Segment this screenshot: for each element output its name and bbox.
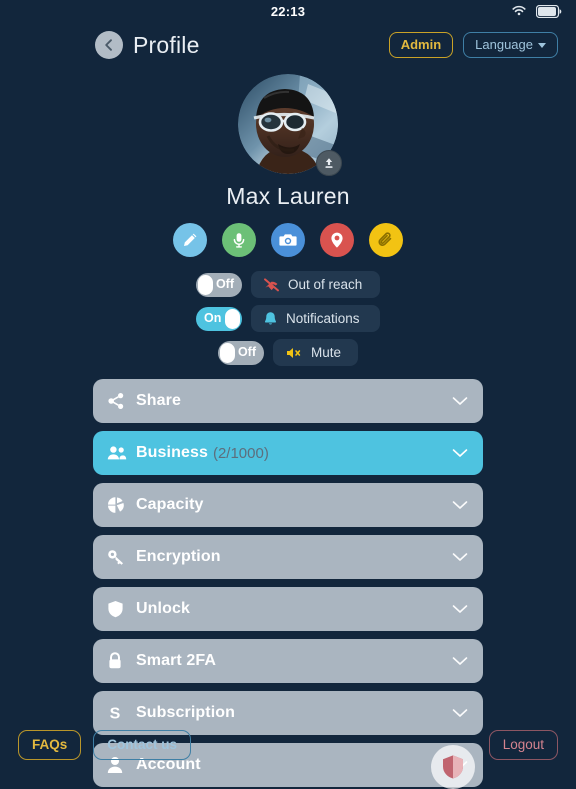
status-time: 22:13 (270, 3, 306, 19)
chevron-down-icon (451, 603, 469, 615)
upload-icon (322, 156, 336, 170)
logout-button[interactable]: Logout (488, 730, 558, 760)
toggle-row-mute: Off Mute (218, 339, 358, 366)
toggle-row-notifications: On Notifications (196, 305, 380, 332)
toggle-row-out-of-reach: Off Out of reach (196, 271, 380, 298)
edit-button[interactable] (173, 223, 207, 257)
location-button[interactable] (320, 223, 354, 257)
arrow-left-icon (101, 37, 117, 53)
settings-list: Share Business (2/1000) Capacity Encrypt… (93, 379, 483, 789)
list-row-label: Encryption (136, 548, 221, 565)
contact-us-label: Contact us (107, 737, 178, 753)
chevron-down-icon (451, 551, 469, 563)
toggle-knob (225, 308, 240, 329)
list-row-label: Share (136, 392, 181, 409)
status-indicators (511, 0, 562, 22)
pie-chart-icon (107, 496, 129, 514)
chip-label: Out of reach (288, 277, 363, 292)
toggle-state-label: Off (215, 277, 234, 292)
chip-notifications[interactable]: Notifications (251, 305, 380, 332)
toggle-knob (198, 274, 213, 295)
attach-button[interactable] (369, 223, 403, 257)
faqs-label: FAQs (32, 737, 68, 753)
language-label: Language (475, 36, 533, 52)
share-icon (107, 392, 129, 410)
chip-out-of-reach[interactable]: Out of reach (251, 271, 380, 298)
toggle-knob (220, 342, 235, 363)
security-badge-button[interactable] (431, 745, 475, 789)
list-row-label: Subscription (136, 704, 235, 721)
quick-action-row (0, 223, 576, 257)
toggle-mute[interactable]: Off (218, 340, 264, 365)
contact-us-button[interactable]: Contact us (93, 730, 192, 760)
chevron-down-icon (538, 42, 546, 48)
list-row-capacity[interactable]: Capacity (93, 483, 483, 527)
list-row-smart-2fa[interactable]: Smart 2FA (93, 639, 483, 683)
shield-icon (107, 600, 129, 618)
toggle-out-of-reach[interactable]: Off (196, 272, 242, 297)
chevron-down-icon (451, 447, 469, 459)
page-title: Profile (133, 31, 200, 58)
admin-button[interactable]: Admin (388, 31, 454, 59)
map-pin-icon (329, 231, 345, 249)
toggle-list: Off Out of reach On Notifications Off Mu… (0, 271, 576, 366)
paperclip-icon (377, 231, 395, 249)
shield-badge-icon (441, 754, 465, 780)
header-actions: Admin Language (388, 31, 558, 59)
lock-icon (107, 652, 129, 670)
chevron-down-icon (451, 395, 469, 407)
camera-button[interactable] (271, 223, 305, 257)
profile-section: Max Lauren (0, 74, 576, 210)
bell-icon (263, 311, 278, 327)
list-row-encryption[interactable]: Encryption (93, 535, 483, 579)
chip-label: Notifications (286, 311, 360, 326)
avatar-upload-button[interactable] (316, 150, 342, 176)
speaker-mute-icon (285, 346, 303, 360)
list-row-label: Business (136, 444, 208, 461)
faqs-button[interactable]: FAQs (18, 730, 82, 760)
pencil-icon (181, 231, 199, 249)
status-bar: 22:13 (0, 0, 576, 22)
chevron-down-icon (451, 655, 469, 667)
language-selector[interactable]: Language (463, 31, 558, 59)
wifi-icon (511, 5, 527, 17)
admin-label: Admin (400, 36, 442, 52)
page-header: Profile Admin Language (0, 22, 576, 68)
chevron-down-icon (451, 707, 469, 719)
logout-label: Logout (502, 737, 544, 753)
svg-text:S: S (110, 706, 121, 723)
list-row-sublabel: (2/1000) (212, 444, 269, 462)
list-row-label: Unlock (136, 600, 190, 617)
list-row-subscription[interactable]: S Subscription (93, 691, 483, 735)
list-row-label: Smart 2FA (136, 652, 217, 669)
chip-mute[interactable]: Mute (273, 339, 358, 366)
toggle-state-label: Off (237, 345, 256, 360)
microphone-icon (230, 231, 248, 249)
list-row-share[interactable]: Share (93, 379, 483, 423)
key-icon (107, 548, 129, 566)
s-letter-icon: S (107, 704, 129, 723)
users-icon (107, 445, 129, 461)
battery-icon (536, 4, 562, 18)
list-row-unlock[interactable]: Unlock (93, 587, 483, 631)
signal-off-icon (263, 277, 280, 292)
toggle-notifications[interactable]: On (196, 306, 242, 331)
profile-name: Max Lauren (226, 183, 350, 209)
chevron-down-icon (451, 499, 469, 511)
footer-bar: FAQs Contact us Logout (0, 730, 576, 760)
chip-label: Mute (311, 345, 342, 360)
back-button[interactable] (95, 31, 123, 59)
voice-button[interactable] (222, 223, 256, 257)
list-row-label: Capacity (136, 496, 204, 513)
toggle-state-label: On (204, 311, 222, 326)
camera-icon (278, 231, 298, 249)
list-row-business[interactable]: Business (2/1000) (93, 431, 483, 475)
